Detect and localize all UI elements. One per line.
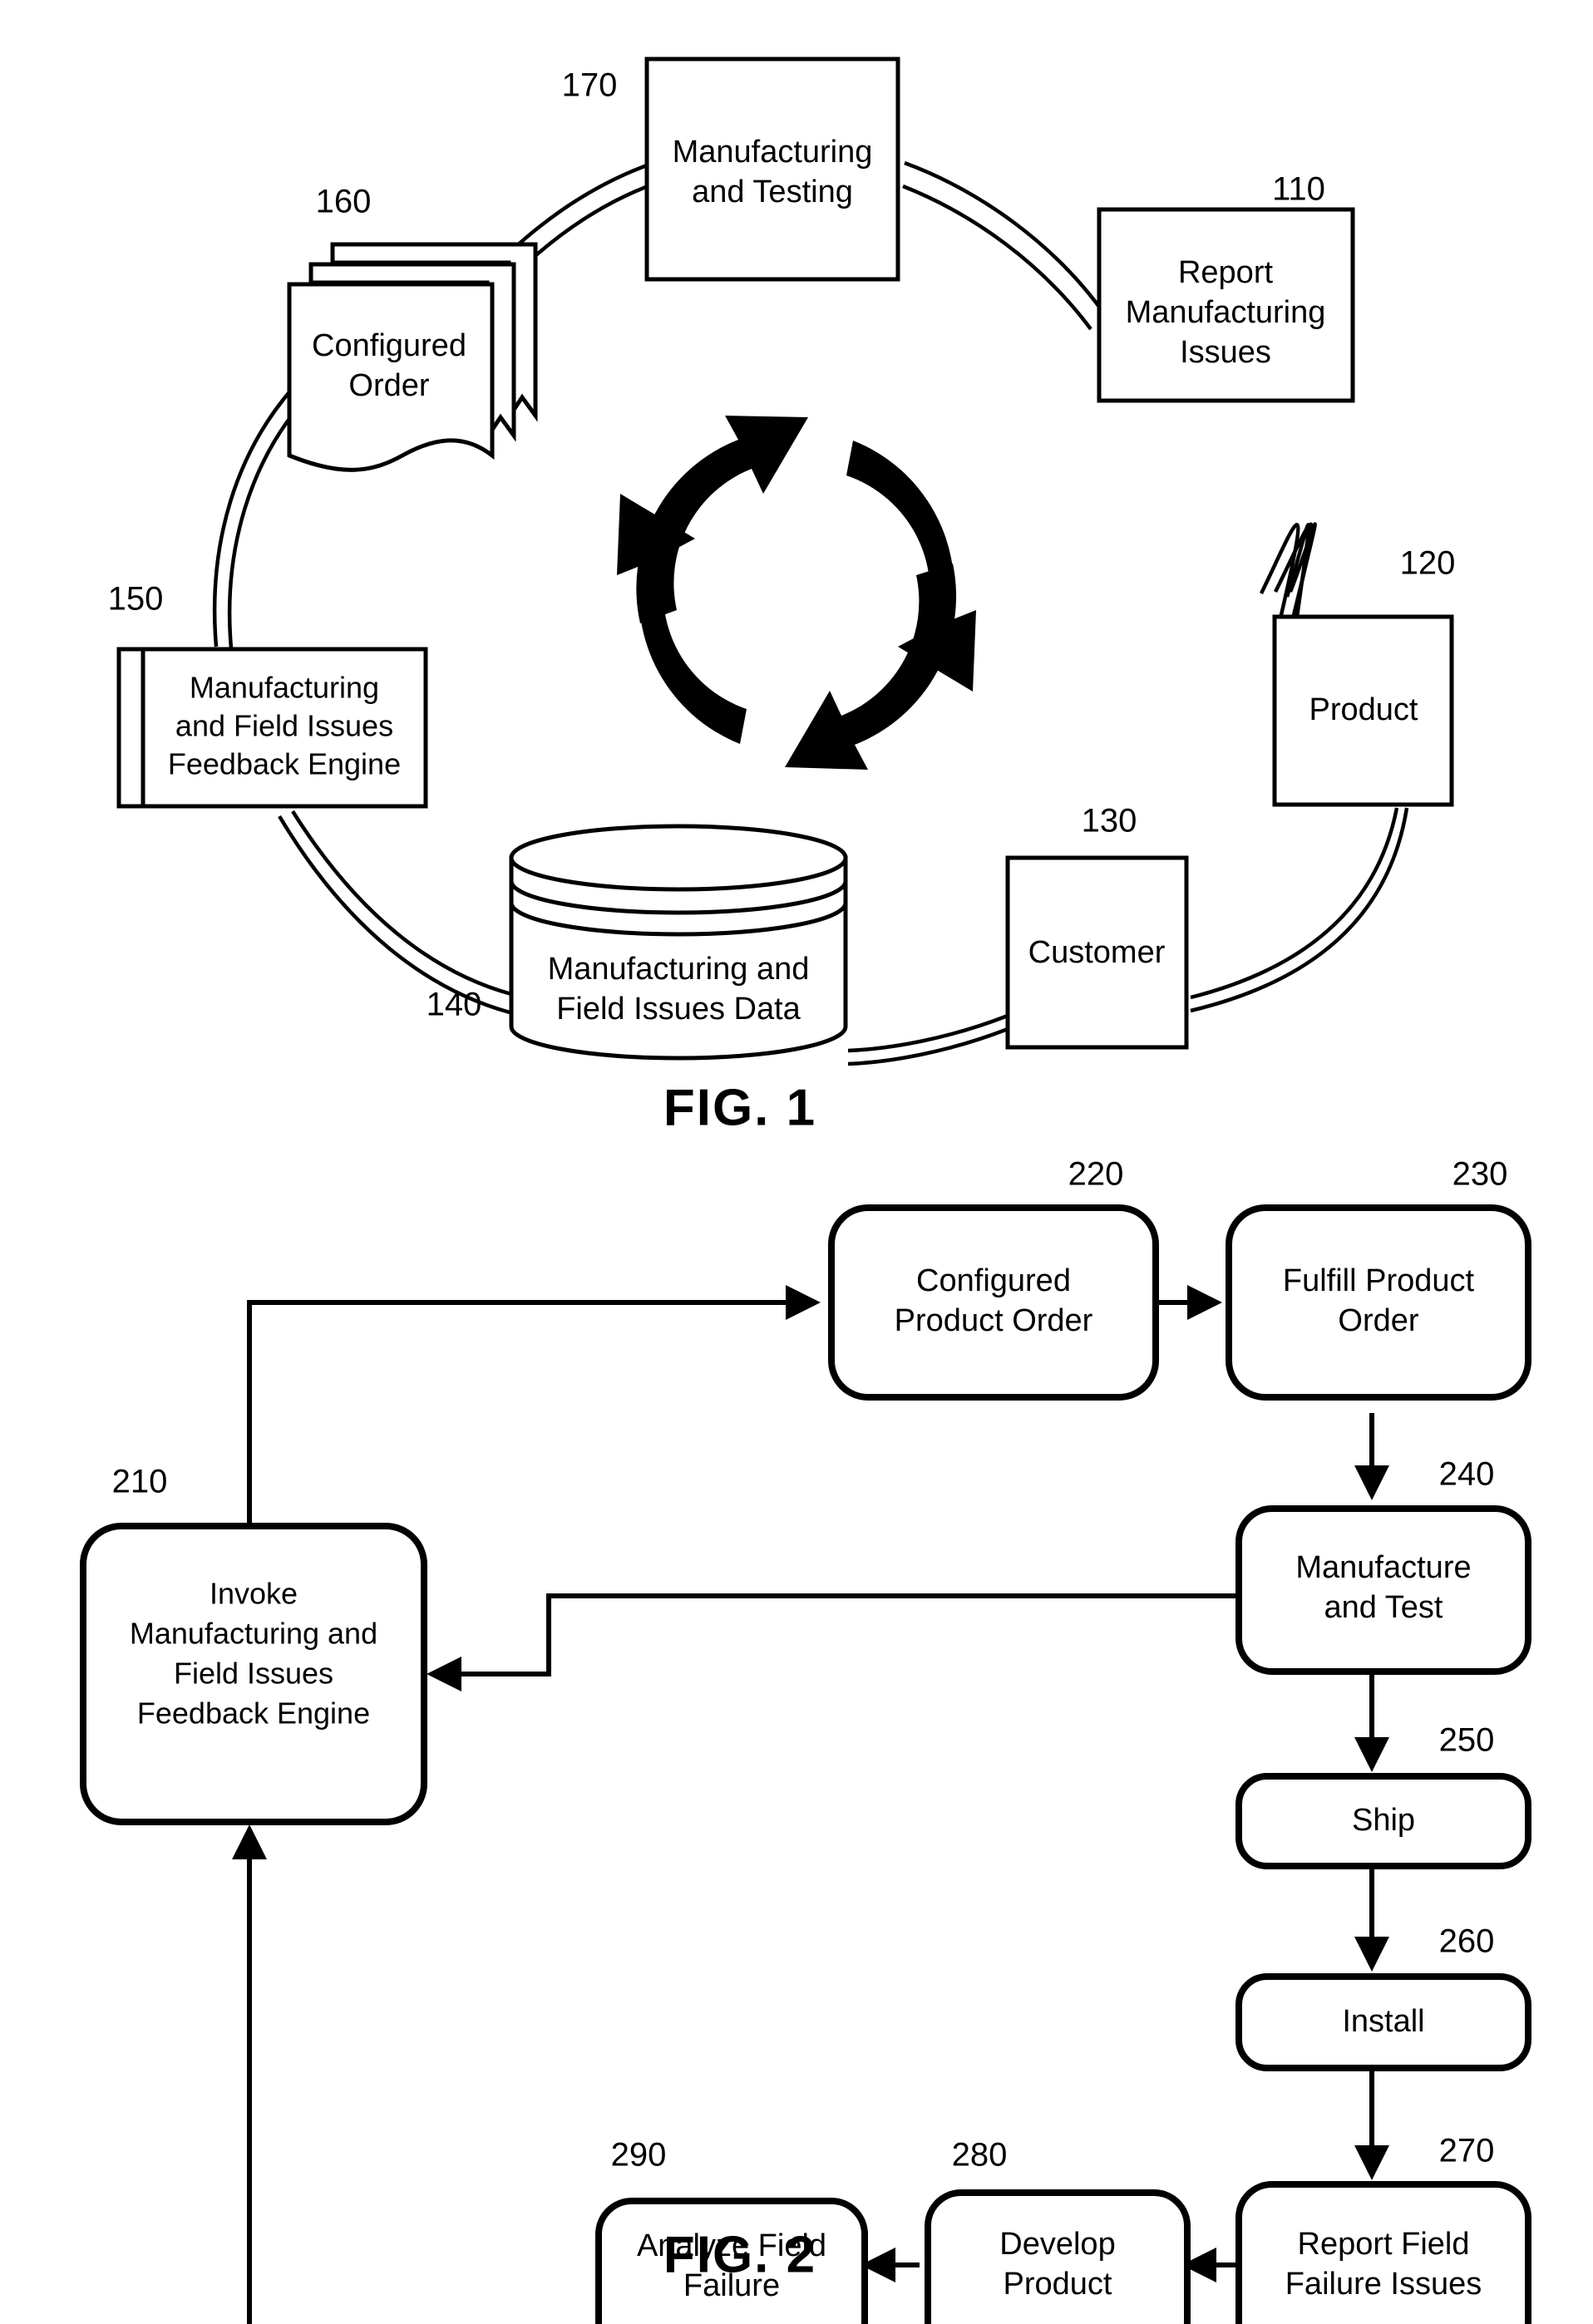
figure2-node-230: Fulfill Product Order 230 <box>1226 1156 1531 1401</box>
figure1-node-140: Manufacturing and Field Issues Data 140 <box>427 824 848 1061</box>
ref-numeral-140: 140 <box>427 987 482 1023</box>
node-280-line-2: Product <box>1004 2267 1112 2302</box>
node-210-line-4: Feedback Engine <box>137 1696 370 1731</box>
figure1-node-130: Customer 130 <box>1005 803 1189 1050</box>
node-270-line-2: Failure Issues <box>1285 2267 1482 2302</box>
node-140-line-2: Field Issues Data <box>556 992 801 1027</box>
node-110-line-2: Manufacturing <box>1126 295 1326 330</box>
node-160-line-1: Configured <box>312 328 466 363</box>
ref-numeral-160: 160 <box>316 184 372 220</box>
figure1-node-150: Manufacturing and Field Issues Feedback … <box>108 581 428 809</box>
ref-numeral-280: 280 <box>952 2137 1008 2174</box>
figure2-connectors <box>232 1285 1389 2324</box>
node-220-line-1: Configured <box>916 1263 1071 1298</box>
ref-numeral-150: 150 <box>108 581 164 618</box>
figure1-node-160: Configured Order 160 <box>287 184 538 472</box>
cycle-arrows-icon <box>617 416 976 770</box>
node-160-line-2: Order <box>348 368 429 403</box>
figure-1: Manufacturing and Testing 170 Report Man… <box>108 57 1456 1136</box>
ref-numeral-220: 220 <box>1068 1156 1124 1193</box>
figure-2: Invoke Manufacturing and Field Issues Fe… <box>80 1156 1531 2324</box>
node-210-line-1: Invoke <box>210 1577 298 1611</box>
figure-2-caption: FIG. 2 <box>663 2226 816 2283</box>
node-230-line-2: Order <box>1338 1303 1418 1338</box>
fulfill-product-order-box <box>1226 1204 1531 1401</box>
node-130-line-1: Customer <box>1028 935 1166 970</box>
figure2-node-240: Manufacture and Test 240 <box>1235 1456 1531 1675</box>
ref-numeral-290: 290 <box>611 2137 667 2174</box>
node-240-line-2: and Test <box>1324 1590 1443 1625</box>
figure2-node-250: Ship 250 <box>1235 1722 1531 1869</box>
node-220-line-2: Product Order <box>895 1303 1093 1338</box>
node-240-line-1: Manufacture <box>1295 1550 1471 1585</box>
ref-numeral-170: 170 <box>562 67 618 104</box>
node-170-line-1: Manufacturing <box>673 135 873 170</box>
ref-numeral-120: 120 <box>1400 545 1456 582</box>
figure2-node-210: Invoke Manufacturing and Field Issues Fe… <box>80 1464 427 1825</box>
node-110-line-3: Issues <box>1180 335 1271 370</box>
node-230-line-1: Fulfill Product <box>1283 1263 1475 1298</box>
node-260-line-1: Install <box>1342 2004 1424 2039</box>
node-110-line-1: Report <box>1178 255 1273 290</box>
ref-numeral-240: 240 <box>1439 1456 1495 1493</box>
node-280-line-1: Develop <box>999 2227 1115 2262</box>
figure2-node-270: Report Field Failure Issues 270 <box>1235 2133 1531 2324</box>
figure2-node-260: Install 260 <box>1235 1923 1531 2071</box>
node-170-line-2: and Testing <box>692 175 853 209</box>
database-cylinder-top <box>509 824 848 892</box>
connector-240-to-210 <box>427 1593 1239 1691</box>
ref-numeral-230: 230 <box>1452 1156 1508 1193</box>
ref-numeral-260: 260 <box>1439 1923 1495 1960</box>
patent-figure-sheet: Manufacturing and Testing 170 Report Man… <box>0 0 1593 2324</box>
connector-210-to-220 <box>247 1285 821 1538</box>
ref-numeral-250: 250 <box>1439 1722 1495 1759</box>
figure2-node-220: Configured Product Order 220 <box>828 1156 1159 1401</box>
ref-numeral-270: 270 <box>1439 2133 1495 2169</box>
figure1-node-110: Report Manufacturing Issues 110 <box>1097 171 1355 403</box>
ref-numeral-110: 110 <box>1272 171 1325 208</box>
node-210-line-2: Manufacturing and <box>130 1617 377 1651</box>
node-120-line-1: Product <box>1309 692 1418 727</box>
figure-1-caption: FIG. 1 <box>663 1079 816 1136</box>
node-250-line-1: Ship <box>1352 1803 1415 1838</box>
node-270-line-1: Report Field <box>1298 2227 1470 2262</box>
ref-numeral-210: 210 <box>112 1464 168 1500</box>
configured-product-order-box <box>828 1204 1159 1401</box>
node-150-line-1: Manufacturing <box>190 671 379 705</box>
node-150-line-3: Feedback Engine <box>168 747 401 781</box>
figure2-node-280: Develop Product 280 <box>925 2137 1191 2324</box>
node-150-line-2: and Field Issues <box>175 709 393 743</box>
ref-numeral-130: 130 <box>1082 803 1137 839</box>
figure1-node-170: Manufacturing and Testing 170 <box>562 57 900 282</box>
node-140-line-1: Manufacturing and <box>548 952 810 987</box>
node-210-line-3: Field Issues <box>174 1657 333 1691</box>
